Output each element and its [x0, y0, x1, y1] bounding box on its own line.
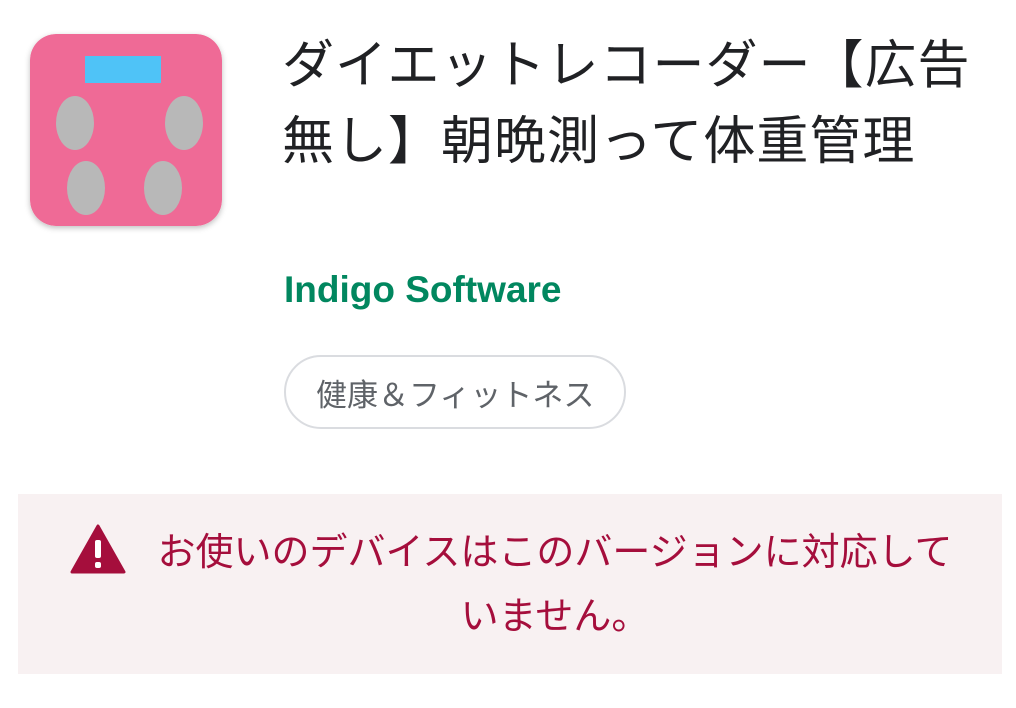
developer-link[interactable]: Indigo Software — [284, 264, 562, 316]
warning-triangle-icon — [70, 524, 126, 574]
app-title: ダイエットレコーダー【広告無し】朝晩測って体重管理 — [282, 36, 971, 172]
app-details-page: ダイエットレコーダー【広告無し】朝晩測って体重管理 Indigo Softwar… — [0, 0, 1016, 708]
warning-message: お使いのデバイスはこのバージョンに対応していません。 — [157, 530, 953, 638]
category-chip[interactable]: 健康＆フィットネス — [284, 355, 627, 429]
bathroom-scale-icon — [30, 34, 222, 226]
